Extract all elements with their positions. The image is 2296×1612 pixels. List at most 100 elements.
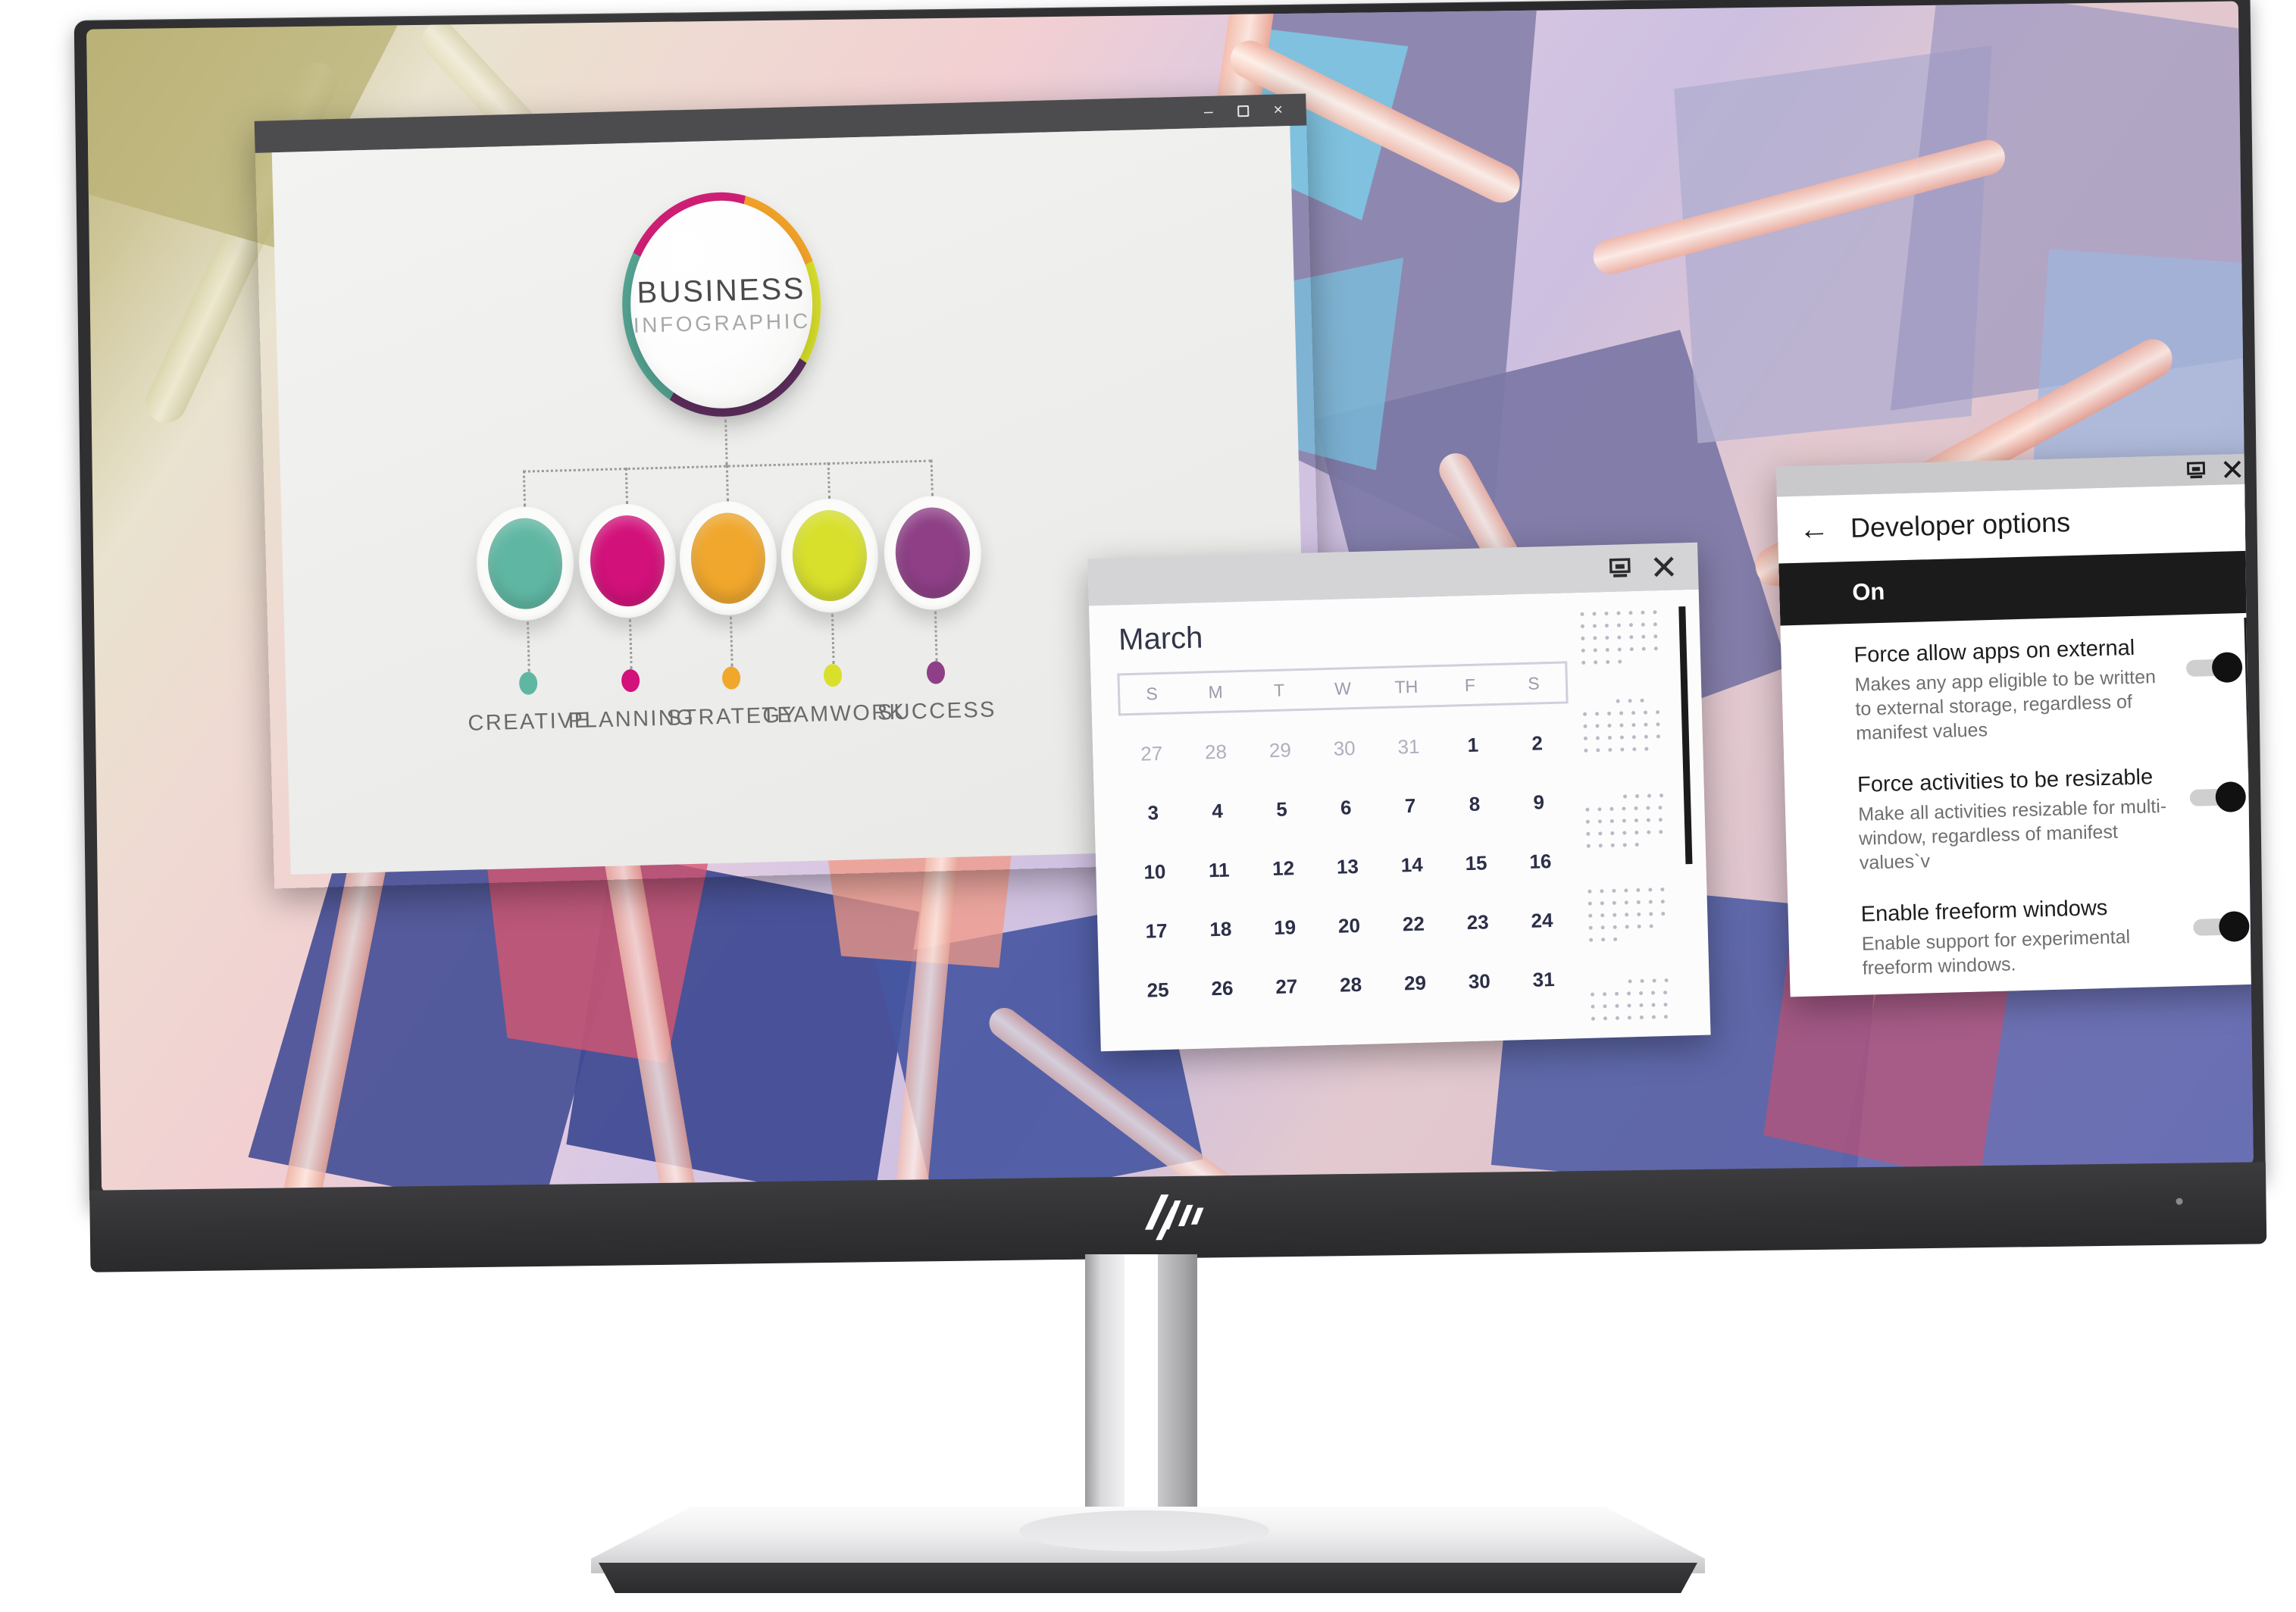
back-arrow-icon[interactable]: ← [1778, 512, 1851, 546]
option-title: Force allow apps on external [1853, 635, 2135, 668]
close-button[interactable] [1641, 543, 1687, 591]
dot-decoration [1587, 887, 1680, 950]
dock-button[interactable] [1597, 544, 1643, 593]
option-toggle[interactable] [2185, 651, 2252, 684]
developer-appbar: ← Developer options [1776, 484, 2254, 564]
developer-options-body: ← Developer options On Force allow apps … [1776, 484, 2254, 997]
close-button[interactable]: × [1260, 94, 1296, 127]
power-led [2176, 1197, 2183, 1205]
dot-decoration [1580, 610, 1672, 673]
minimize-button[interactable]: – [1190, 95, 1226, 128]
calendar-day[interactable]: 29 [1248, 737, 1313, 762]
calendar-day[interactable]: 24 [1509, 908, 1575, 933]
option-toggle[interactable] [2193, 910, 2254, 942]
hp-monitor: – × BUSINESS INFOGRAPHIC CREATIVE PLANNI… [0, 0, 2296, 1612]
option-title: Force activities to be resizable [1857, 765, 2154, 797]
calendar-day[interactable]: 31 [1376, 734, 1441, 759]
calendar-day[interactable]: 10 [1122, 859, 1187, 884]
calendar-window[interactable]: March S M T W TH F S 27 28 29 30 31 1 2 … [1087, 542, 1711, 1052]
calendar-day[interactable]: 25 [1125, 978, 1190, 1003]
weekday-label: W [1334, 678, 1352, 699]
calendar-day[interactable]: 4 [1185, 798, 1250, 823]
stand-base-edge [599, 1563, 1697, 1593]
option-title: Enable freeform windows [1860, 895, 2108, 927]
calendar-weekday-header: S M T W TH F S [1117, 661, 1569, 716]
infographic-node[interactable]: TEAMWORK [762, 497, 906, 728]
dock-icon [2186, 462, 2206, 479]
option-toggle[interactable] [2189, 781, 2254, 813]
node-stem [831, 614, 835, 665]
weekday-label: TH [1394, 676, 1419, 697]
developer-option-row[interactable]: Force allow apps on external Makes any a… [1780, 612, 2253, 755]
dock-button[interactable] [2178, 455, 2215, 486]
calendar-day[interactable]: 29 [1383, 970, 1448, 995]
calendar-day[interactable]: 14 [1379, 852, 1444, 877]
calendar-day[interactable]: 31 [1511, 967, 1576, 992]
calendar-day[interactable]: 28 [1318, 972, 1384, 997]
calendar-day[interactable]: 19 [1253, 915, 1318, 940]
calendar-day[interactable]: 15 [1444, 850, 1509, 875]
developer-option-row[interactable]: Force activities to be resizable Make al… [1784, 742, 2254, 884]
monitor-stand-neck [1085, 1254, 1197, 1520]
toggle-knob [2218, 910, 2250, 942]
calendar-day[interactable]: 5 [1250, 797, 1315, 822]
developer-options-window[interactable]: ← Developer options On Force allow apps … [1775, 453, 2254, 997]
calendar-day[interactable]: 11 [1187, 857, 1252, 882]
developer-option-row[interactable]: Enable freeform windows Enable support f… [1788, 872, 2254, 990]
calendar-day[interactable]: 7 [1378, 793, 1443, 818]
calendar-day[interactable]: 28 [1184, 739, 1249, 764]
calendar-day[interactable]: 17 [1124, 919, 1189, 944]
calendar-day[interactable]: 27 [1254, 974, 1319, 999]
close-icon [2223, 460, 2241, 478]
calendar-day[interactable]: 6 [1313, 795, 1378, 820]
calendar-week-row: 25 26 27 28 29 30 31 [1125, 949, 1577, 1020]
node-dot [621, 668, 640, 693]
monitor-screen: – × BUSINESS INFOGRAPHIC CREATIVE PLANNI… [86, 1, 2254, 1193]
calendar-day[interactable]: 23 [1445, 909, 1510, 934]
calendar-scrollbar-thumb[interactable] [1678, 606, 1693, 865]
calendar-day[interactable]: 16 [1508, 849, 1573, 874]
weekday-label: T [1273, 680, 1285, 700]
maximize-button[interactable] [1225, 95, 1261, 127]
calendar-day[interactable]: 2 [1505, 731, 1570, 756]
node-dot [721, 666, 741, 690]
node-dot [518, 671, 538, 695]
calendar-day[interactable]: 8 [1442, 791, 1507, 816]
hub-connector [522, 470, 527, 507]
calendar-day[interactable]: 20 [1317, 913, 1382, 938]
calendar-day[interactable]: 12 [1251, 856, 1316, 881]
calendar-day[interactable]: 18 [1188, 916, 1253, 941]
node-stem [527, 621, 530, 672]
calendar-day[interactable]: 1 [1440, 732, 1506, 757]
hub-connector [827, 462, 831, 499]
node-stem [729, 616, 734, 667]
infographic-node[interactable]: STRATEGY [666, 500, 798, 731]
option-description: Enable support for experimental freeform… [1861, 926, 2131, 979]
option-description: Makes any app eligible to be written to … [1854, 666, 2157, 744]
node-dot [823, 663, 843, 687]
calendar-day[interactable]: 9 [1506, 790, 1572, 815]
calendar-day[interactable]: 30 [1447, 969, 1512, 994]
toggle-knob [2211, 652, 2243, 684]
calendar-day[interactable]: 13 [1315, 854, 1381, 879]
calendar-day[interactable]: 3 [1121, 800, 1186, 825]
page-title: Developer options [1850, 506, 2071, 543]
close-icon [1653, 556, 1675, 578]
infographic-node[interactable]: PLANNING [568, 502, 696, 733]
hp-logo [1141, 1192, 1215, 1241]
calendar-day[interactable]: 27 [1119, 741, 1184, 766]
node-label: SUCCESS [877, 697, 997, 725]
toggle-knob [2215, 781, 2247, 813]
maximize-icon [1237, 105, 1250, 117]
hub-subtitle: INFOGRAPHIC [633, 308, 812, 337]
weekday-label: M [1208, 681, 1224, 702]
calendar-grid: 27 28 29 30 31 1 2 3 4 5 6 7 8 9 10 11 1… [1118, 712, 1576, 1020]
infographic-node[interactable]: SUCCESS [877, 494, 996, 725]
infographic-node[interactable]: CREATIVE [468, 506, 591, 736]
dot-decoration [1585, 793, 1678, 856]
calendar-day[interactable]: 22 [1381, 911, 1447, 936]
hub-connector [930, 459, 934, 496]
calendar-day[interactable]: 30 [1312, 736, 1377, 761]
calendar-day[interactable]: 26 [1190, 975, 1255, 1000]
stand-base-hub [1019, 1510, 1269, 1551]
